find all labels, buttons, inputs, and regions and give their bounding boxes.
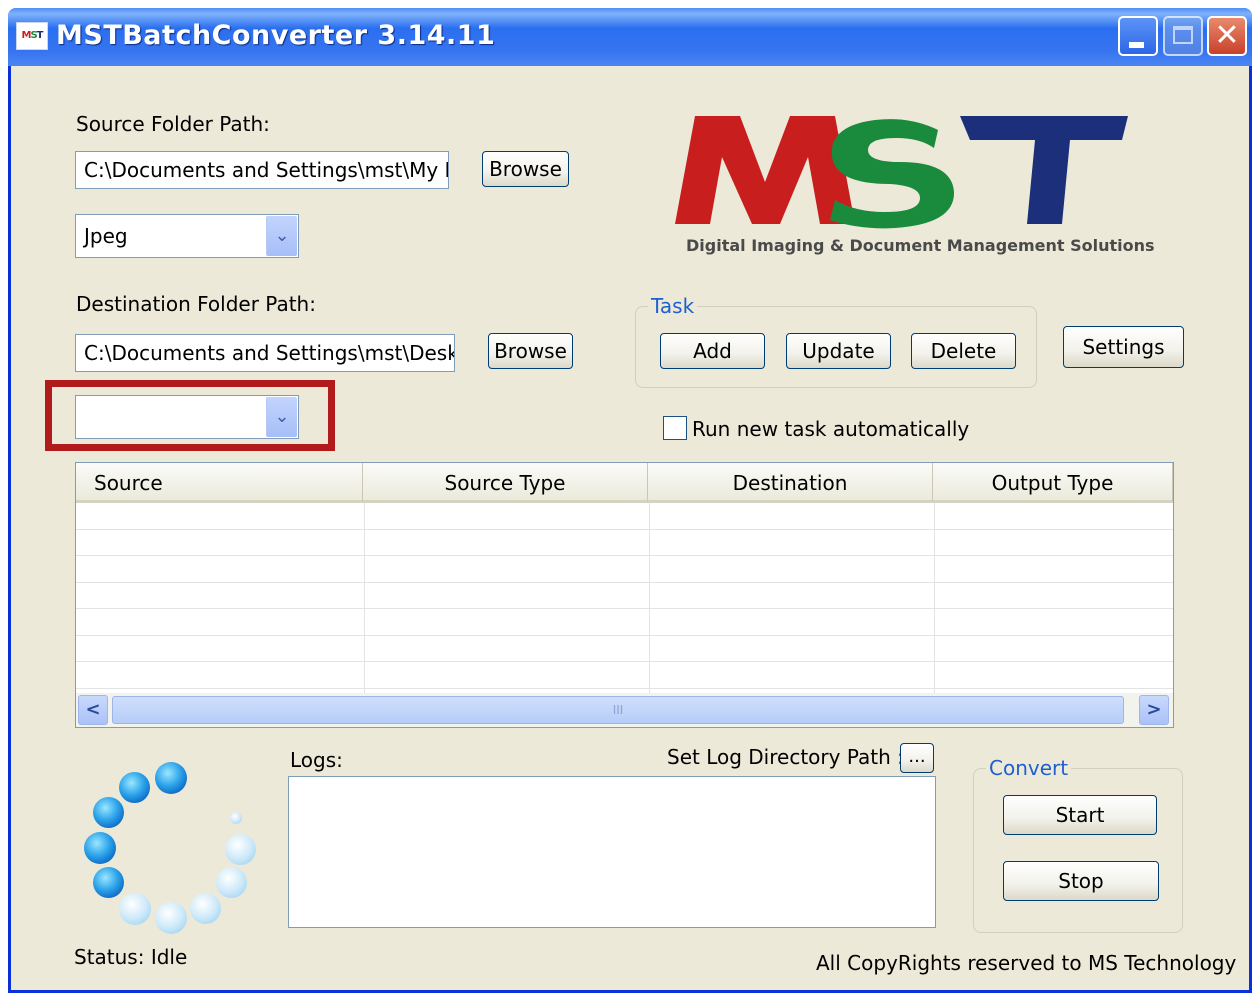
convert-group-label: Convert xyxy=(986,756,1072,780)
column-divider xyxy=(649,503,650,693)
destination-folder-input[interactable]: C:\Documents and Settings\mst\Deskto xyxy=(75,334,455,372)
copyright-text: All CopyRights reserved to MS Technology xyxy=(816,951,1237,975)
delete-task-button[interactable]: Delete xyxy=(911,333,1016,369)
logo-tagline: Digital Imaging & Document Management So… xyxy=(686,236,1155,255)
column-divider xyxy=(934,503,935,693)
status-text: Status: Idle xyxy=(74,945,188,969)
close-button[interactable]: ✕ xyxy=(1207,16,1247,56)
table-row xyxy=(76,529,1173,530)
spinner-dot xyxy=(230,812,242,824)
app-icon[interactable]: MST xyxy=(16,22,48,50)
column-header-output-type[interactable]: Output Type xyxy=(933,463,1173,503)
destination-folder-label: Destination Folder Path: xyxy=(76,292,316,316)
spinner-dot xyxy=(190,893,221,924)
spinner-dot xyxy=(155,762,187,794)
maximize-button xyxy=(1163,16,1203,56)
auto-run-label: Run new task automatically xyxy=(692,417,970,441)
source-type-value: Jpeg xyxy=(84,224,128,248)
table-row xyxy=(76,608,1173,609)
spinner-dot xyxy=(119,893,151,925)
stop-button[interactable]: Stop xyxy=(1003,861,1159,901)
scroll-left-arrow-icon[interactable]: < xyxy=(78,695,108,725)
source-type-dropdown[interactable]: Jpeg ⌄ xyxy=(75,214,299,258)
source-folder-input[interactable]: C:\Documents and Settings\mst\My Do xyxy=(75,151,449,189)
scroll-right-arrow-icon[interactable]: > xyxy=(1139,695,1169,725)
log-directory-label: Set Log Directory Path : xyxy=(667,745,904,769)
table-row xyxy=(76,555,1173,556)
table-row xyxy=(76,582,1173,583)
spinner-dot xyxy=(119,772,150,803)
minimize-button[interactable] xyxy=(1118,16,1158,56)
update-task-button[interactable]: Update xyxy=(786,333,891,369)
logs-textarea[interactable] xyxy=(288,776,936,928)
spinner-dot xyxy=(155,902,187,934)
spinner-dot xyxy=(93,867,124,898)
destination-browse-button[interactable]: Browse xyxy=(488,333,573,369)
add-task-button[interactable]: Add xyxy=(660,333,765,369)
spinner-dot xyxy=(93,797,124,828)
start-button[interactable]: Start xyxy=(1003,795,1157,835)
logs-label: Logs: xyxy=(290,748,343,772)
horizontal-scrollbar[interactable]: < III > xyxy=(76,693,1173,727)
settings-button[interactable]: Settings xyxy=(1063,326,1184,368)
close-icon: ✕ xyxy=(1214,18,1240,53)
column-header-destination[interactable]: Destination xyxy=(648,463,933,503)
table-row xyxy=(76,688,1173,689)
mst-logo xyxy=(675,116,1128,229)
table-row xyxy=(76,661,1173,662)
source-browse-button[interactable]: Browse xyxy=(482,151,569,187)
chevron-down-icon[interactable]: ⌄ xyxy=(266,216,297,256)
log-directory-button[interactable]: ... xyxy=(900,743,934,773)
scrollbar-thumb[interactable]: III xyxy=(112,696,1124,724)
window-title: MSTBatchConverter 3.14.11 xyxy=(56,20,496,51)
spinner-dot xyxy=(216,867,247,898)
convert-group xyxy=(973,768,1183,933)
table-row xyxy=(76,635,1173,636)
column-divider xyxy=(364,503,365,693)
highlight-box xyxy=(45,380,335,451)
task-group-label: Task xyxy=(648,294,698,318)
spinner-dot xyxy=(84,832,116,864)
auto-run-checkbox[interactable] xyxy=(663,416,687,440)
task-table[interactable]: Source Source Type Destination Output Ty… xyxy=(75,462,1174,728)
column-header-source-type[interactable]: Source Type xyxy=(363,463,648,503)
source-folder-label: Source Folder Path: xyxy=(76,112,270,136)
column-header-source[interactable]: Source xyxy=(76,463,363,503)
spinner-dot xyxy=(225,834,256,865)
